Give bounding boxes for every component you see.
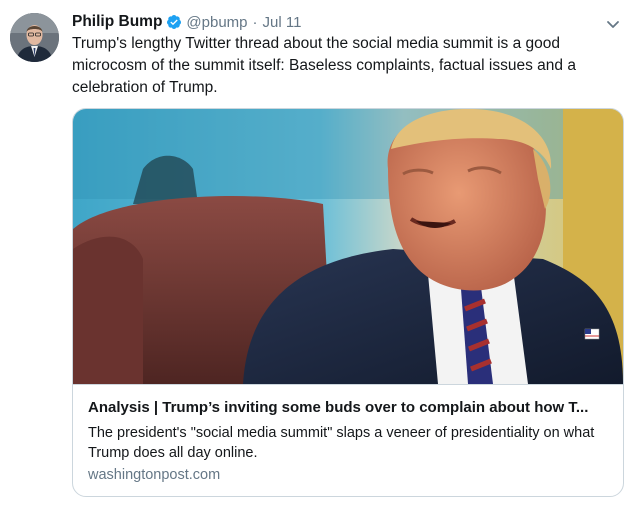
card-body[interactable]: Analysis | Trump’s inviting some buds ov…: [73, 384, 623, 496]
card-image: [73, 109, 623, 384]
card-title[interactable]: Analysis | Trump’s inviting some buds ov…: [88, 399, 608, 416]
chevron-down-icon[interactable]: [603, 14, 623, 34]
avatar[interactable]: [10, 13, 59, 62]
tweet-header: Philip Bump @pbump · Jul 11: [72, 11, 301, 33]
author-handle[interactable]: @pbump: [186, 14, 247, 31]
avatar-photo: [10, 13, 59, 62]
separator-dot: ·: [252, 13, 258, 31]
tweet-text: Trump's lengthy Twitter thread about the…: [72, 35, 576, 96]
card-domain: washingtonpost.com: [88, 467, 221, 483]
card-description: The president's "social media summit" sl…: [88, 425, 595, 461]
link-card[interactable]: Analysis | Trump’s inviting some buds ov…: [72, 108, 624, 497]
tweet-timestamp[interactable]: Jul 11: [263, 14, 302, 31]
verified-badge-icon: [166, 14, 182, 30]
author-name[interactable]: Philip Bump: [72, 13, 162, 31]
